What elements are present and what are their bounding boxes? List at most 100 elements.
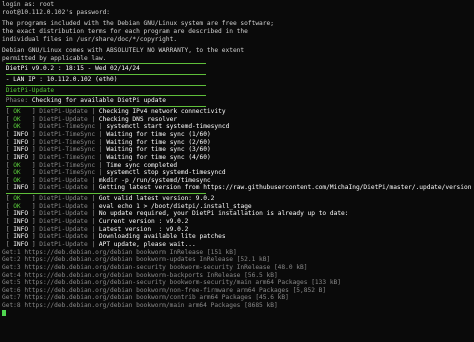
log-bracket: ]: [20, 115, 40, 123]
log-row: [ INFO ] DietPi-Update | No update requi…: [2, 210, 472, 218]
log-status: INFO: [13, 210, 29, 218]
log-message: Checking IPv4 network connectivity: [98, 108, 226, 116]
log-bracket: ]: [20, 108, 40, 116]
banner-title: DietPi-Update: [2, 86, 55, 94]
log-bracket: [: [2, 202, 14, 210]
log-bracket: [: [2, 184, 14, 192]
log-bracket: [: [2, 161, 14, 169]
log-bracket: ]: [28, 153, 40, 161]
motd-line: Debian GNU/Linux comes with ABSOLUTELY N…: [2, 47, 245, 55]
log-source: DietPi-Update: [39, 218, 88, 226]
log-message: eval echo 1 > /boot/dietpi/.install_stag…: [98, 202, 252, 210]
log-status: INFO: [13, 218, 29, 226]
log-separator: |: [87, 240, 99, 248]
log-status: INFO: [13, 153, 29, 161]
log-bracket: ]: [28, 233, 40, 241]
banner-divider: [2, 94, 472, 97]
apt-line: Get:6 https://deb.debian.org/debian book…: [2, 286, 327, 294]
log-bracket: ]: [20, 195, 40, 203]
log-row: [ OK ] DietPi-Update | eval echo 1 > /bo…: [2, 203, 472, 211]
log-bracket: ]: [28, 218, 40, 226]
apt-line: Get:5 https://deb.debian.org/debian-secu…: [2, 279, 341, 287]
log-row: [ INFO ] DietPi-Update | Current version…: [2, 218, 472, 226]
apt-line: Get:4 https://deb.debian.org/debian book…: [2, 271, 278, 279]
log-source: DietPi-TimeSync: [39, 161, 96, 169]
log-source: DietPi-Update: [39, 202, 88, 210]
log-status: OK: [13, 202, 21, 210]
log-bracket: [: [2, 138, 14, 146]
log-row: [ INFO ] DietPi-Update | APT update, ple…: [2, 241, 472, 249]
log-message: Current version : v9.0.2: [98, 218, 189, 226]
log-status: INFO: [13, 146, 29, 154]
motd-line: The programs included with the Debian GN…: [2, 20, 274, 28]
log-source: DietPi-Update: [39, 115, 88, 123]
log-bracket: ]: [20, 176, 40, 184]
log-row: [ INFO ] DietPi-TimeSync | Waiting for t…: [2, 154, 472, 162]
log-bracket: [: [2, 169, 14, 177]
log-separator: |: [87, 195, 99, 203]
log-bracket: ]: [20, 169, 40, 177]
log-message: Got valid latest version: 9.0.2: [98, 195, 215, 203]
log-message: Waiting for time sync (1/60): [106, 130, 211, 138]
banner-divider: [2, 84, 472, 87]
log-message: Time sync completed: [106, 161, 178, 169]
log-message: mkdir -p /run/systemd/timesync: [98, 176, 211, 184]
log-source: DietPi-Update: [39, 225, 88, 233]
log-separator: |: [95, 123, 107, 131]
log-bracket: ]: [28, 210, 40, 218]
log-message: systemctl stop systemd-timesyncd: [106, 169, 226, 177]
banner-version: DietPi v9.0.2 : 18:15 - Wed 02/14/24: [2, 65, 140, 73]
log-message: Latest version : v9.0.2: [98, 225, 189, 233]
log-row: [ OK ] DietPi-TimeSync | Time sync compl…: [2, 162, 472, 170]
log-bracket: ]: [28, 146, 40, 154]
log-bracket: ]: [28, 225, 40, 233]
log-source: DietPi-Update: [39, 210, 88, 218]
log-status: INFO: [13, 240, 29, 248]
apt-line: Get:2 https://deb.debian.org/debian book…: [2, 256, 271, 264]
log-separator: |: [95, 169, 107, 177]
log-status: INFO: [13, 138, 29, 146]
apt-output: Get:1 https://deb.debian.org/debian book…: [2, 249, 472, 310]
banner-divider: [2, 62, 472, 65]
terminal-window[interactable]: login as: root root@10.112.0.102's passw…: [0, 0, 474, 342]
log-bracket: [: [2, 233, 14, 241]
log-message: Getting latest version from https://raw.…: [98, 184, 472, 192]
phase-label: Phase:: [2, 97, 32, 105]
apt-line: Get:1 https://deb.debian.org/debian book…: [2, 248, 237, 256]
log-status: OK: [13, 108, 21, 116]
log-bracket: ]: [28, 138, 40, 146]
apt-line: Get:3 https://deb.debian.org/debian-secu…: [2, 263, 308, 271]
log-status: OK: [13, 169, 21, 177]
log-status: INFO: [13, 130, 29, 138]
log-source: DietPi-TimeSync: [39, 130, 96, 138]
log-row: [ INFO ] DietPi-Update | Downloading ava…: [2, 233, 472, 241]
log-row: [ INFO ] DietPi-TimeSync | Waiting for t…: [2, 139, 472, 147]
log-message: Waiting for time sync (4/60): [106, 153, 211, 161]
log-bracket: ]: [20, 202, 40, 210]
log-block-2: [ OK ] DietPi-Update | Got valid latest …: [2, 195, 472, 248]
log-separator: |: [87, 108, 99, 116]
log-bracket: [: [2, 108, 14, 116]
log-message: Waiting for time sync (2/60): [106, 138, 211, 146]
log-separator: |: [95, 161, 107, 169]
log-row: [ INFO ] DietPi-Update | Getting latest …: [2, 184, 472, 192]
log-status: INFO: [13, 225, 29, 233]
log-message: Checking DNS resolver: [98, 115, 178, 123]
log-bracket: [: [2, 123, 14, 131]
log-separator: |: [87, 184, 99, 192]
log-bracket: [: [2, 210, 14, 218]
log-message: systemctl start systemd-timesyncd: [106, 123, 230, 131]
log-separator: |: [95, 130, 107, 138]
log-status: INFO: [13, 233, 29, 241]
log-separator: |: [87, 115, 99, 123]
log-bracket: [: [2, 240, 14, 248]
log-separator: |: [87, 202, 99, 210]
log-source: DietPi-Update: [39, 240, 88, 248]
phase-text: Checking for available DietPi update: [31, 97, 166, 105]
log-source: DietPi-Update: [39, 108, 88, 116]
log-row: [ OK ] DietPi-TimeSync | systemctl stop …: [2, 169, 472, 177]
log-bracket: [: [2, 115, 14, 123]
log-row: [ INFO ] DietPi-Update | Latest version …: [2, 226, 472, 234]
log-divider: [2, 192, 472, 195]
log-source: DietPi-TimeSync: [39, 153, 96, 161]
